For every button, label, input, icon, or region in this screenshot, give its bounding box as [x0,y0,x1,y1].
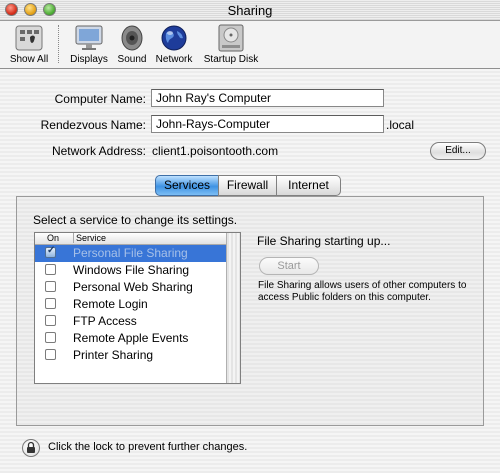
rendezvous-suffix: .local [386,118,415,132]
service-checkbox[interactable] [45,315,56,326]
service-checkbox[interactable] [45,264,56,275]
toolbar-label-startup-disk: Startup Disk [203,54,259,65]
service-checkbox[interactable] [45,332,56,343]
toolbar-separator [58,25,59,63]
list-item[interactable]: Personal File Sharing [35,245,240,262]
service-label: Remote Apple Events [73,331,189,345]
services-pane: Select a service to change its settings.… [16,196,484,426]
services-instruction: Select a service to change its settings. [33,213,238,227]
column-header-on[interactable]: On [47,233,59,243]
toolbar-sound[interactable]: Sound [114,23,150,65]
list-item[interactable]: Remote Login [35,296,240,313]
computer-name-label: Computer Name: [54,92,146,106]
start-button[interactable]: Start [259,257,319,275]
tab-internet[interactable]: Internet [276,175,341,196]
network-address-value: client1.poisontooth.com [152,144,279,158]
toolbar-label-displays: Displays [70,54,108,65]
toolbar-displays[interactable]: Displays [68,23,110,65]
speaker-icon [121,25,143,51]
list-item[interactable]: Printer Sharing [35,347,240,364]
toolbar-network[interactable]: Network [152,23,196,65]
rendezvous-name-field[interactable]: John-Rays-Computer [151,115,384,133]
globe-icon [161,25,187,51]
toolbar-show-all[interactable]: Show All [6,23,52,65]
service-checkbox[interactable] [45,349,56,360]
service-description: File Sharing allows users of other compu… [258,280,467,303]
toolbar-label-network: Network [155,54,193,65]
toolbar-startup-disk[interactable]: Startup Disk [200,23,262,65]
list-item[interactable]: Personal Web Sharing [35,279,240,296]
lock-instruction: Click the lock to prevent further change… [48,441,248,453]
hard-disk-icon [218,24,244,52]
service-label: Personal File Sharing [73,246,188,260]
tab-services[interactable]: Services [155,175,219,196]
tab-firewall[interactable]: Firewall [218,175,277,196]
rendezvous-name-label: Rendezvous Name: [40,118,146,132]
displays-icon [75,25,103,50]
list-scrollbar[interactable] [226,233,240,383]
services-list: On Service Personal File Sharing Windows… [34,232,241,384]
service-checkbox[interactable] [45,245,56,258]
list-item[interactable]: Windows File Sharing [35,262,240,279]
sharing-window: Sharing Show All Displays Sound Network … [0,0,500,473]
edit-button[interactable]: Edit... [430,142,486,160]
lock-button[interactable] [22,439,40,457]
toolbar-label-sound: Sound [117,54,147,65]
service-label: Remote Login [73,297,148,311]
service-status: File Sharing starting up... [257,234,391,248]
show-all-icon [15,25,43,51]
computer-name-field[interactable]: John Ray's Computer [151,89,384,107]
toolbar-label-show-all: Show All [9,54,49,65]
lock-icon [27,441,35,453]
list-item[interactable]: FTP Access [35,313,240,330]
title-bar: Sharing [0,0,500,21]
service-label: Windows File Sharing [73,263,190,277]
services-list-header: On Service [35,233,240,245]
list-item[interactable]: Remote Apple Events [35,330,240,347]
column-header-service[interactable]: Service [73,233,106,243]
network-address-label: Network Address: [51,144,146,158]
window-title: Sharing [227,3,273,18]
service-checkbox[interactable] [45,298,56,309]
service-label: Printer Sharing [73,348,154,362]
service-label: Personal Web Sharing [73,280,193,294]
service-label: FTP Access [73,314,137,328]
toolbar: Show All Displays Sound Network Startup … [0,21,500,69]
service-checkbox[interactable] [45,281,56,292]
